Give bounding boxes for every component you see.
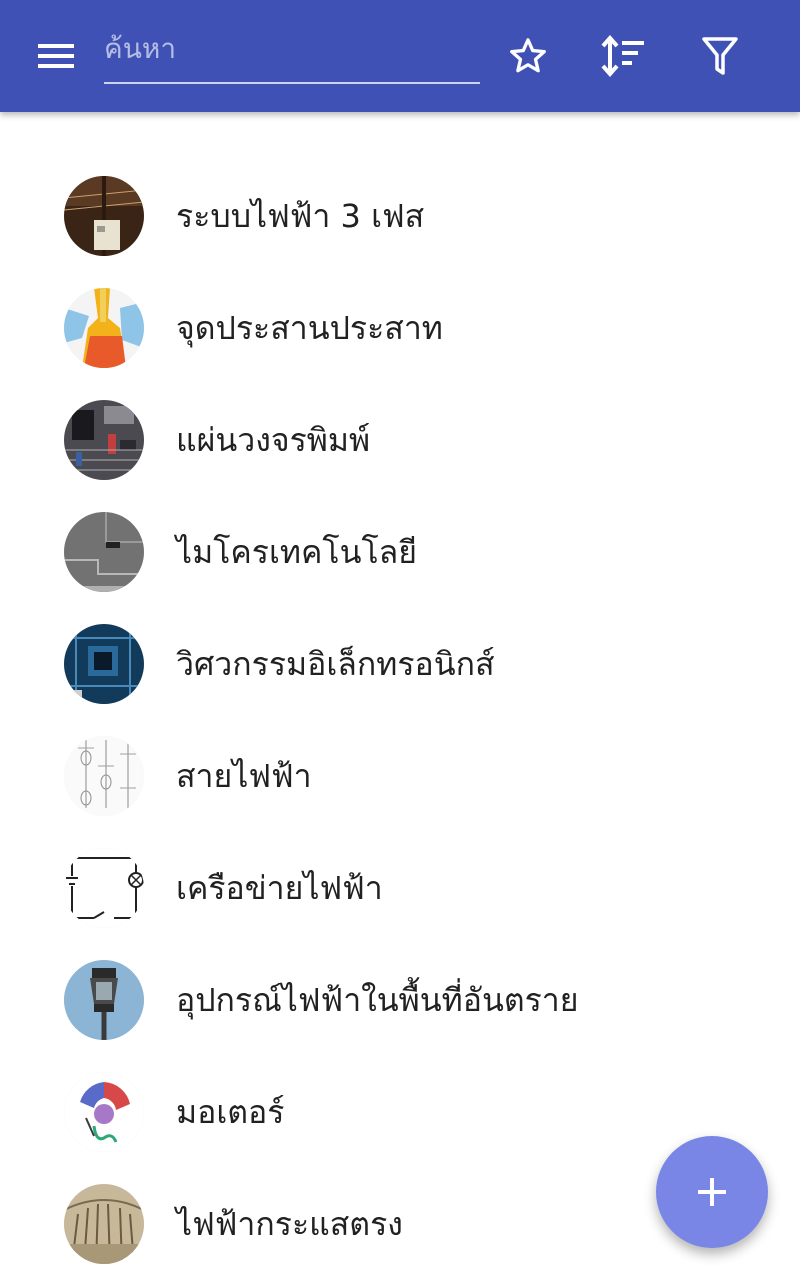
top-app-bar [0,0,800,112]
list-item[interactable]: วิศวกรรมอิเล็กทรอนิกส์ [0,608,800,720]
list-item-label: สายไฟฟ้า [176,757,312,795]
article-list: ระบบไฟฟ้า 3 เฟส จุดประสานประสาท แผ่นวงจร… [0,160,800,1280]
list-item[interactable]: ระบบไฟฟ้า 3 เฟส [0,160,800,272]
vintage-engraving-thumbnail [64,1184,144,1264]
microchip-thumbnail [64,512,144,592]
filter-icon[interactable] [692,28,748,84]
search-input[interactable] [104,28,474,68]
motherboard-thumbnail [64,624,144,704]
list-item[interactable]: เครือข่ายไฟฟ้า [0,832,800,944]
add-button[interactable] [656,1136,768,1248]
search-field [104,22,480,84]
utility-pole-thumbnail [64,176,144,256]
circuit-schematic-thumbnail [64,848,144,928]
list-item-label: จุดประสานประสาท [176,309,443,347]
explosion-proof-lamp-thumbnail [64,960,144,1040]
list-item[interactable]: ไมโครเทคโนโลยี [0,496,800,608]
motor-diagram-thumbnail [64,1072,144,1152]
synapse-diagram-thumbnail [64,288,144,368]
list-item-label: วิศวกรรมอิเล็กทรอนิกส์ [176,645,495,683]
circuit-board-thumbnail [64,400,144,480]
list-item-label: มอเตอร์ [176,1093,285,1131]
sort-icon[interactable] [596,28,652,84]
list-item-label: เครือข่ายไฟฟ้า [176,869,383,907]
plus-icon [698,1178,726,1206]
star-outline-icon[interactable] [500,28,556,84]
list-item-label: ไฟฟ้ากระแสตรง [176,1205,403,1243]
list-item[interactable]: สายไฟฟ้า [0,720,800,832]
list-item-label: ไมโครเทคโนโลยี [176,533,418,571]
list-item-label: แผ่นวงจรพิมพ์ [176,421,371,459]
list-item[interactable]: แผ่นวงจรพิมพ์ [0,384,800,496]
list-item[interactable]: อุปกรณ์ไฟฟ้าในพื้นที่อันตราย [0,944,800,1056]
list-item[interactable]: จุดประสานประสาท [0,272,800,384]
cable-diagram-thumbnail [64,736,144,816]
list-item-label: อุปกรณ์ไฟฟ้าในพื้นที่อันตราย [176,981,579,1019]
list-item-label: ระบบไฟฟ้า 3 เฟส [176,197,425,235]
app-screen: ระบบไฟฟ้า 3 เฟส จุดประสานประสาท [0,0,800,1280]
hamburger-menu-icon[interactable] [28,28,84,84]
